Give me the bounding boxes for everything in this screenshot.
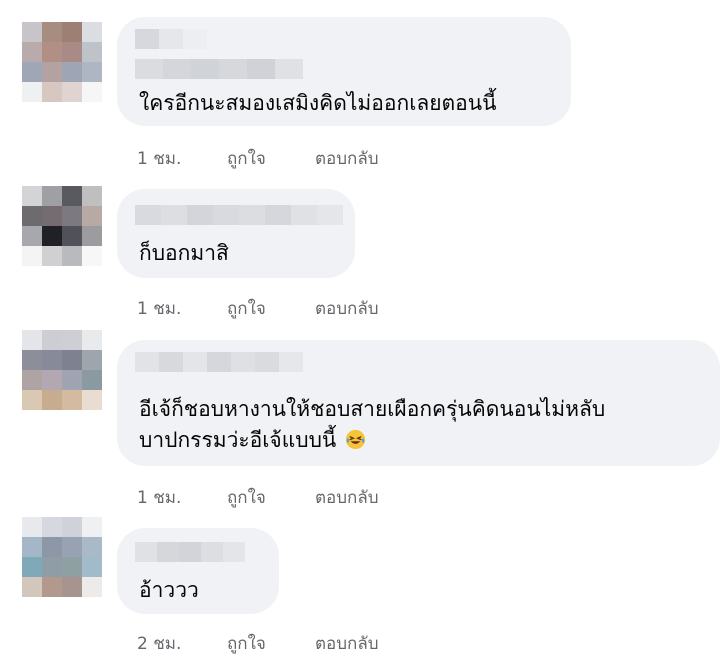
comment-text: อ้าววว <box>139 572 199 608</box>
comment-text-line: อ้าววว <box>139 578 199 602</box>
avatar[interactable] <box>22 517 102 597</box>
timestamp[interactable]: 2 ชม. <box>137 630 181 657</box>
reply-button[interactable]: ตอบกลับ <box>315 630 379 657</box>
comment-bubble: อ้าววว <box>117 528 279 614</box>
comment: อ้าววว 2 ชม. ถูกใจ ตอบกลับ <box>0 0 728 669</box>
like-button[interactable]: ถูกใจ <box>227 630 266 657</box>
author-name-blurred[interactable] <box>135 542 245 562</box>
